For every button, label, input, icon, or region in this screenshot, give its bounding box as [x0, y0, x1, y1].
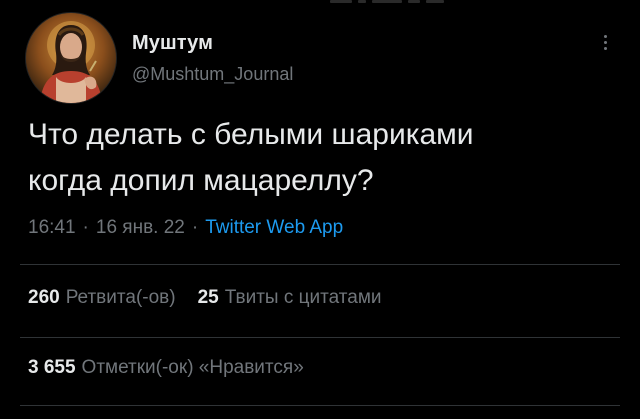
top-edge-artifact: [330, 0, 490, 4]
quotes-stat[interactable]: 25 Твиты с цитатами: [198, 287, 382, 309]
tweet-source-link[interactable]: Twitter Web App: [205, 217, 343, 238]
tweet-meta: 16:41 · 16 янв. 22 · Twitter Web App: [28, 217, 343, 239]
quotes-count: 25: [197, 287, 219, 308]
divider: [20, 337, 620, 338]
avatar-portrait-image: [26, 13, 116, 103]
quotes-label: Твиты с цитатами: [224, 287, 382, 308]
retweets-stat[interactable]: 260 Ретвита(-ов): [28, 287, 176, 309]
tweet-text: Что делать с белыми шариками когда допил…: [28, 112, 618, 204]
more-vertical-icon[interactable]: [595, 30, 615, 54]
retweet-stats-row: 260 Ретвита(-ов) 25 Твиты с цитатами: [28, 287, 382, 309]
divider: [20, 405, 620, 406]
author-name[interactable]: Муштум: [132, 32, 213, 55]
meta-separator: ·: [191, 217, 199, 238]
tweet-time[interactable]: 16:41: [28, 217, 76, 238]
author-handle[interactable]: @Mushtum_Journal: [132, 64, 293, 85]
divider: [20, 264, 620, 265]
tweet-text-line: Что делать с белыми шариками: [28, 118, 474, 151]
retweets-count: 260: [28, 287, 60, 308]
likes-count: 3 655: [28, 357, 76, 378]
tweet-header: Муштум @Mushtum_Journal: [25, 12, 615, 104]
likes-stat[interactable]: 3 655 Отметки(-ок) «Нравится»: [28, 357, 304, 379]
retweets-label: Ретвита(-ов): [65, 287, 176, 308]
meta-separator: ·: [82, 217, 89, 238]
tweet-text-line: когда допил мацареллу?: [28, 164, 374, 197]
avatar[interactable]: [25, 12, 117, 104]
likes-stats-row: 3 655 Отметки(-ок) «Нравится»: [28, 357, 304, 379]
tweet-date[interactable]: 16 янв. 22: [96, 217, 185, 238]
likes-label: Отметки(-ок) «Нравится»: [81, 357, 304, 378]
